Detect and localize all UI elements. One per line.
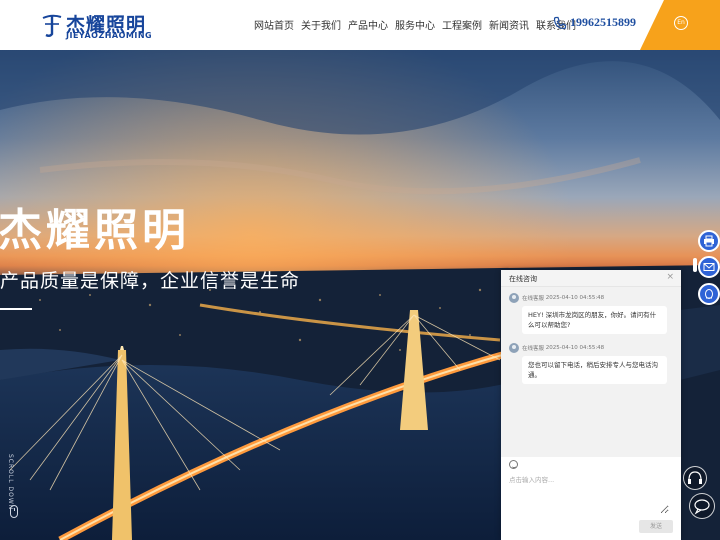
message-time: 2025-04-10 04:55:48 [545,345,605,351]
message-sender: 在线客服 [522,296,545,302]
chat-header: 在线咨询 × [501,270,681,287]
phone-icon [553,16,567,29]
headset-icon-svg [688,471,702,484]
phone-contact[interactable]: 19962515899 [553,15,636,30]
message-sender: 在线客服 [522,346,545,352]
scroll-down-label: SCROLL DOWN [7,454,14,511]
nav-item-news[interactable]: 新闻资讯 [489,17,529,32]
nav-item-about[interactable]: 关于我们 [301,17,341,32]
nav-item-home[interactable]: 网站首页 [254,17,294,32]
chat-messages: 在线客服 2025-04-10 04:55:48 HEY! 深圳市龙岗区的朋友，… [501,287,681,457]
site-header: 杰耀照明 JIEYAOZHAOMING 网站首页 关于我们 产品中心 服务中心 … [0,0,720,50]
nav-item-products[interactable]: 产品中心 [348,17,388,32]
chat-bubble-icon[interactable] [689,493,715,519]
nav-item-cases[interactable]: 工程案例 [442,17,482,32]
send-button[interactable]: 发送 [639,520,673,533]
phone-number: 19962515899 [570,15,636,29]
mail-icon [703,263,715,271]
avatar [509,343,519,353]
float-button-mail[interactable] [698,256,720,278]
logo-mark-icon [42,14,62,37]
chat-input[interactable] [509,474,669,514]
mouse-icon[interactable] [10,505,18,518]
main-nav: 网站首页 关于我们 产品中心 服务中心 工程案例 新闻资讯 联系我们 [254,17,583,32]
chat-toolbar [501,457,681,471]
emoji-icon[interactable] [509,460,518,469]
float-button-qq[interactable] [698,283,720,305]
qq-icon [705,289,713,299]
avatar [509,293,519,303]
chat-title: 在线咨询 [509,275,537,283]
hero-title: 杰耀照明 [0,205,190,256]
headset-icon[interactable] [683,466,707,490]
hero-subtitle: 产品质量是保障，企业信誉是生命 [0,270,301,292]
message-bubble: 您也可以留下电话，稍后安排专人与您电话沟通。 [522,356,667,384]
language-switch[interactable]: En [640,0,720,50]
nav-item-service[interactable]: 服务中心 [395,17,435,32]
close-icon[interactable]: × [666,272,674,282]
chat-bubble-icon-svg [694,499,710,515]
float-handle[interactable] [693,258,697,272]
float-button-print[interactable] [698,230,720,252]
chat-message: 在线客服 2025-04-10 04:55:48 您也可以留下电话，稍后安排专人… [509,343,667,384]
chat-widget: 在线咨询 × 在线客服 2025-04-10 04:55:48 HEY! 深圳市… [501,270,681,540]
hero-divider [0,308,32,310]
message-meta: 在线客服 2025-04-10 04:55:48 [509,293,667,303]
message-bubble: HEY! 深圳市龙岗区的朋友，你好。请问有什么可以帮助您? [522,306,667,334]
message-time: 2025-04-10 04:55:48 [545,295,605,301]
logo-subtitle: JIEYAOZHAOMING [66,31,153,40]
message-meta: 在线客服 2025-04-10 04:55:48 [509,343,667,353]
globe-icon: En [674,16,688,30]
chat-message: 在线客服 2025-04-10 04:55:48 HEY! 深圳市龙岗区的朋友，… [509,293,667,334]
logo[interactable]: 杰耀照明 JIEYAOZHAOMING [40,10,160,40]
print-icon [704,235,714,247]
